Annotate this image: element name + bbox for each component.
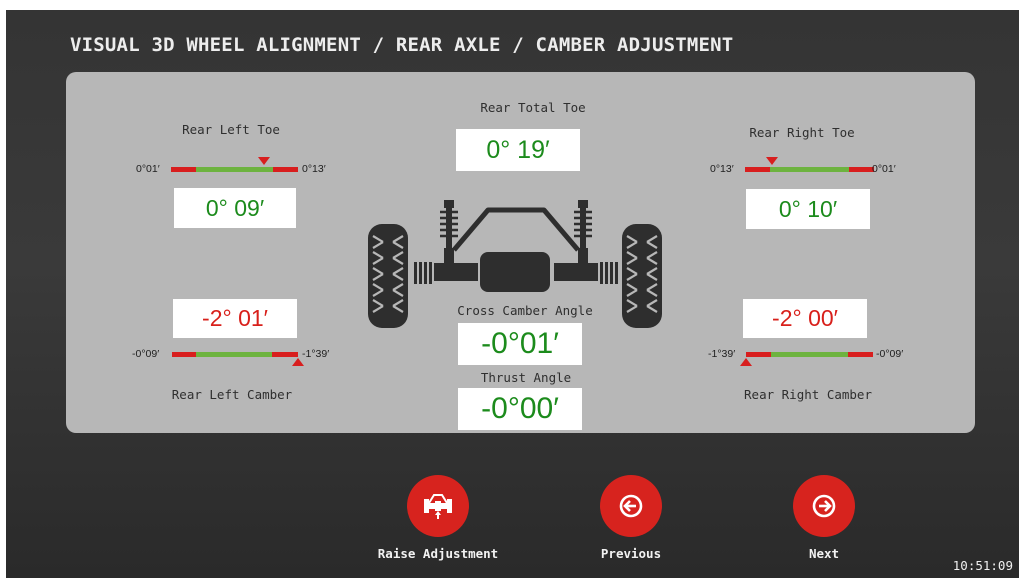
- axle-lift-icon: [424, 494, 452, 519]
- next-label[interactable]: Next: [784, 546, 864, 561]
- rear-left-toe-value: 0° 09′: [174, 188, 296, 228]
- rear-right-camber-gauge: [746, 352, 873, 357]
- right-tire: [622, 224, 662, 328]
- previous-button[interactable]: [600, 475, 662, 537]
- rear-right-toe-gauge: [745, 167, 874, 172]
- rear-left-toe-marker: [257, 157, 270, 165]
- rear-left-camber-gauge: [172, 352, 298, 357]
- app-window: VISUAL 3D WHEEL ALIGNMENT / REAR AXLE / …: [6, 10, 1019, 578]
- left-tire: [368, 224, 408, 328]
- arrow-right-circle-icon: [812, 494, 836, 518]
- rear-right-camber-marker: [740, 358, 752, 366]
- thrust-angle-label: Thrust Angle: [480, 370, 572, 385]
- raise-adjustment-button[interactable]: [407, 475, 469, 537]
- rear-left-camber-value: -2° 01′: [173, 299, 297, 338]
- measurement-panel: Rear Total Toe 0° 19′ Rear Left Toe 0°01…: [66, 72, 975, 433]
- rear-left-toe-label: Rear Left Toe: [182, 122, 280, 137]
- arrow-left-circle-icon: [619, 494, 643, 518]
- rear-left-toe-max: 0°13′: [302, 163, 326, 175]
- screen: VISUAL 3D WHEEL ALIGNMENT / REAR AXLE / …: [0, 0, 1019, 578]
- rear-right-toe-min: 0°13′: [710, 163, 734, 175]
- rear-right-toe-marker: [766, 157, 779, 165]
- rear-left-camber-label: Rear Left Camber: [171, 387, 293, 402]
- rear-left-toe-gauge: [171, 167, 298, 172]
- rear-right-toe-label: Rear Right Toe: [749, 125, 855, 140]
- rear-right-toe-value: 0° 10′: [746, 189, 870, 229]
- rear-total-toe-label: Rear Total Toe: [480, 100, 586, 115]
- cross-camber-label: Cross Camber Angle: [457, 303, 593, 318]
- clock: 10:51:09: [952, 558, 1013, 573]
- cross-camber-value: -0°01′: [458, 323, 582, 365]
- rear-left-toe-min: 0°01′: [136, 163, 160, 175]
- rear-right-camber-value: -2° 00′: [743, 299, 867, 338]
- raise-adjustment-label[interactable]: Raise Adjustment: [368, 546, 508, 561]
- thrust-angle-value: -0°00′: [458, 388, 582, 430]
- rear-right-toe-max: 0°01′: [872, 163, 896, 175]
- previous-label[interactable]: Previous: [581, 546, 681, 561]
- rear-left-camber-min: -0°09′: [132, 348, 160, 360]
- rear-right-camber-max: -0°09′: [876, 348, 904, 360]
- rear-right-camber-min: -1°39′: [708, 348, 736, 360]
- rear-left-camber-max: -1°39′: [302, 348, 330, 360]
- rear-total-toe-value: 0° 19′: [456, 129, 580, 171]
- next-button[interactable]: [793, 475, 855, 537]
- page-title: VISUAL 3D WHEEL ALIGNMENT / REAR AXLE / …: [70, 34, 734, 56]
- rear-right-camber-label: Rear Right Camber: [744, 387, 872, 402]
